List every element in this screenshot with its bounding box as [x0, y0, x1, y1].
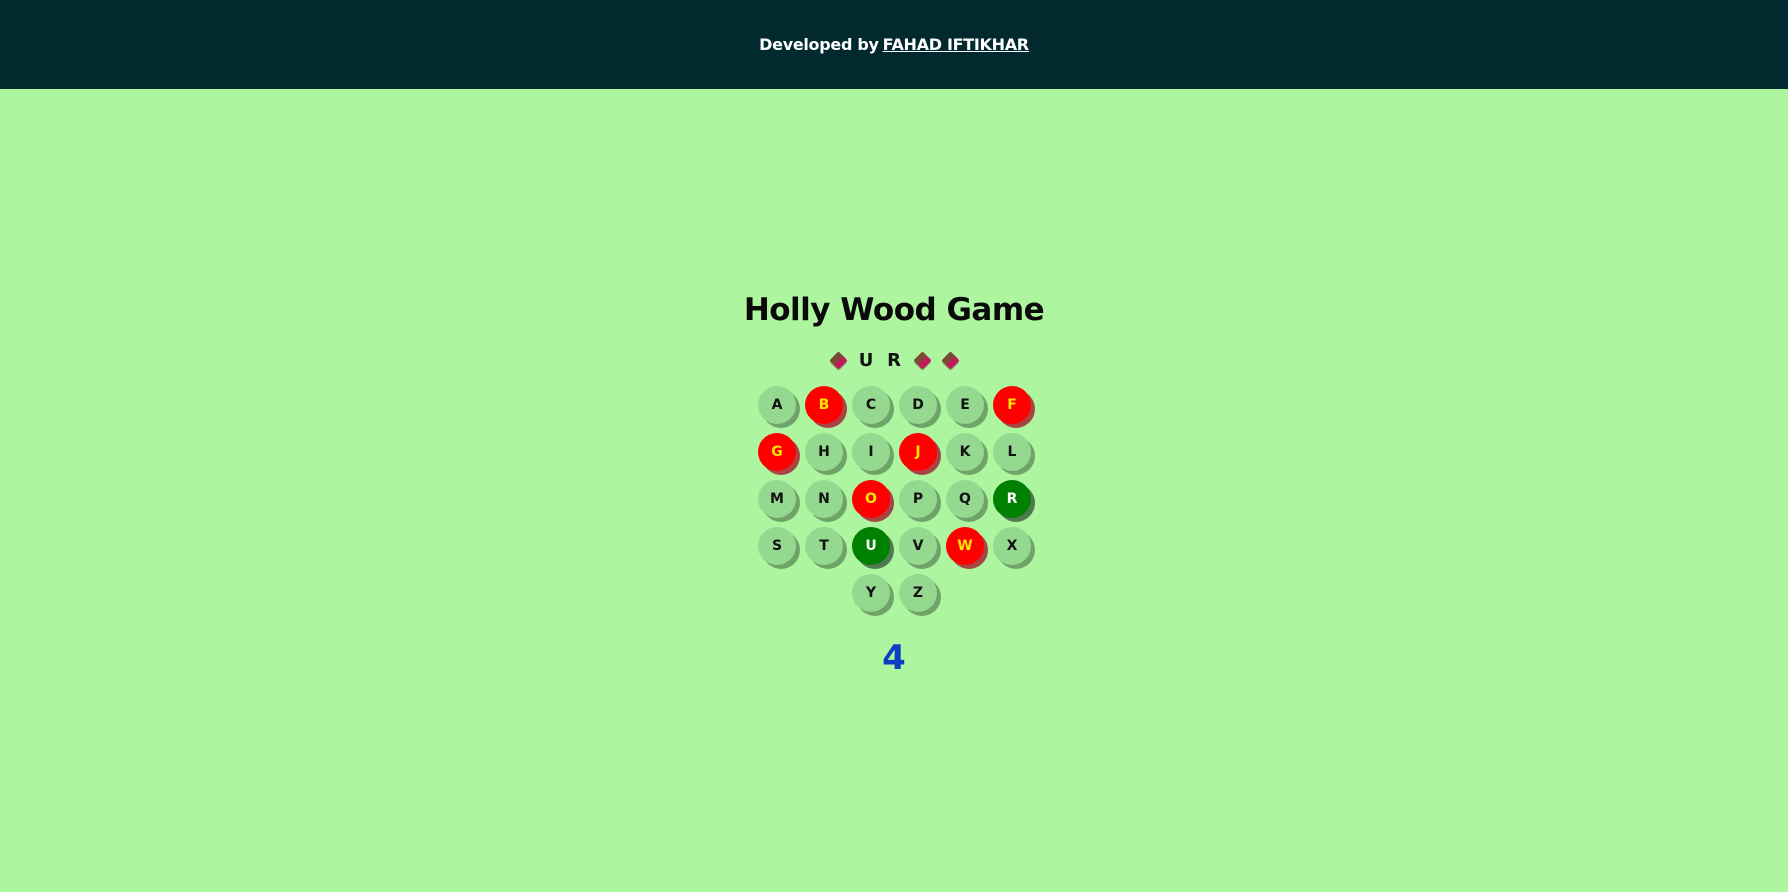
word-slot: R: [884, 349, 904, 371]
revealed-letter: U: [858, 349, 874, 371]
letter-key-b[interactable]: B: [805, 386, 843, 424]
letter-key-q[interactable]: Q: [946, 480, 984, 518]
letter-key-u[interactable]: U: [852, 527, 890, 565]
letter-key-t[interactable]: T: [805, 527, 843, 565]
letter-key-i[interactable]: I: [852, 433, 890, 471]
developer-name-link[interactable]: FAHAD IFTIKHAR: [883, 35, 1029, 54]
developer-credit-label: Developed by: [759, 35, 879, 54]
letter-key-p[interactable]: P: [899, 480, 937, 518]
letter-key-o[interactable]: O: [852, 480, 890, 518]
letter-key-j[interactable]: J: [899, 433, 937, 471]
letter-key-x[interactable]: X: [993, 527, 1031, 565]
word-slot: U: [856, 349, 876, 371]
letter-key-z[interactable]: Z: [899, 574, 937, 612]
letter-key-n[interactable]: N: [805, 480, 843, 518]
chocolate-bar-icon: [940, 350, 960, 370]
letter-key-e[interactable]: E: [946, 386, 984, 424]
chocolate-bar-icon: [912, 350, 932, 370]
letter-key-a[interactable]: A: [758, 386, 796, 424]
word-slot: [940, 349, 960, 371]
letter-key-w[interactable]: W: [946, 527, 984, 565]
letter-key-y[interactable]: Y: [852, 574, 890, 612]
letter-key-k[interactable]: K: [946, 433, 984, 471]
letter-key-h[interactable]: H: [805, 433, 843, 471]
revealed-letter: R: [887, 349, 901, 371]
letter-key-d[interactable]: D: [899, 386, 937, 424]
letter-key-l[interactable]: L: [993, 433, 1031, 471]
letter-key-c[interactable]: C: [852, 386, 890, 424]
game-area: Holly Wood Game UR ABCDEFGHIJKLMNOPQRSTU…: [0, 89, 1788, 892]
lives-counter: 4: [882, 638, 906, 678]
letter-key-r[interactable]: R: [993, 480, 1031, 518]
header-bar: Developed by FAHAD IFTIKHAR: [0, 0, 1788, 89]
chocolate-bar-icon: [828, 350, 848, 370]
letter-key-v[interactable]: V: [899, 527, 937, 565]
letter-key-g[interactable]: G: [758, 433, 796, 471]
word-slot: [912, 349, 932, 371]
letter-key-f[interactable]: F: [993, 386, 1031, 424]
letter-key-s[interactable]: S: [758, 527, 796, 565]
word-slot: [828, 349, 848, 371]
word-display: UR: [0, 349, 1788, 371]
game-title: Holly Wood Game: [743, 292, 1045, 328]
letter-key-m[interactable]: M: [758, 480, 796, 518]
